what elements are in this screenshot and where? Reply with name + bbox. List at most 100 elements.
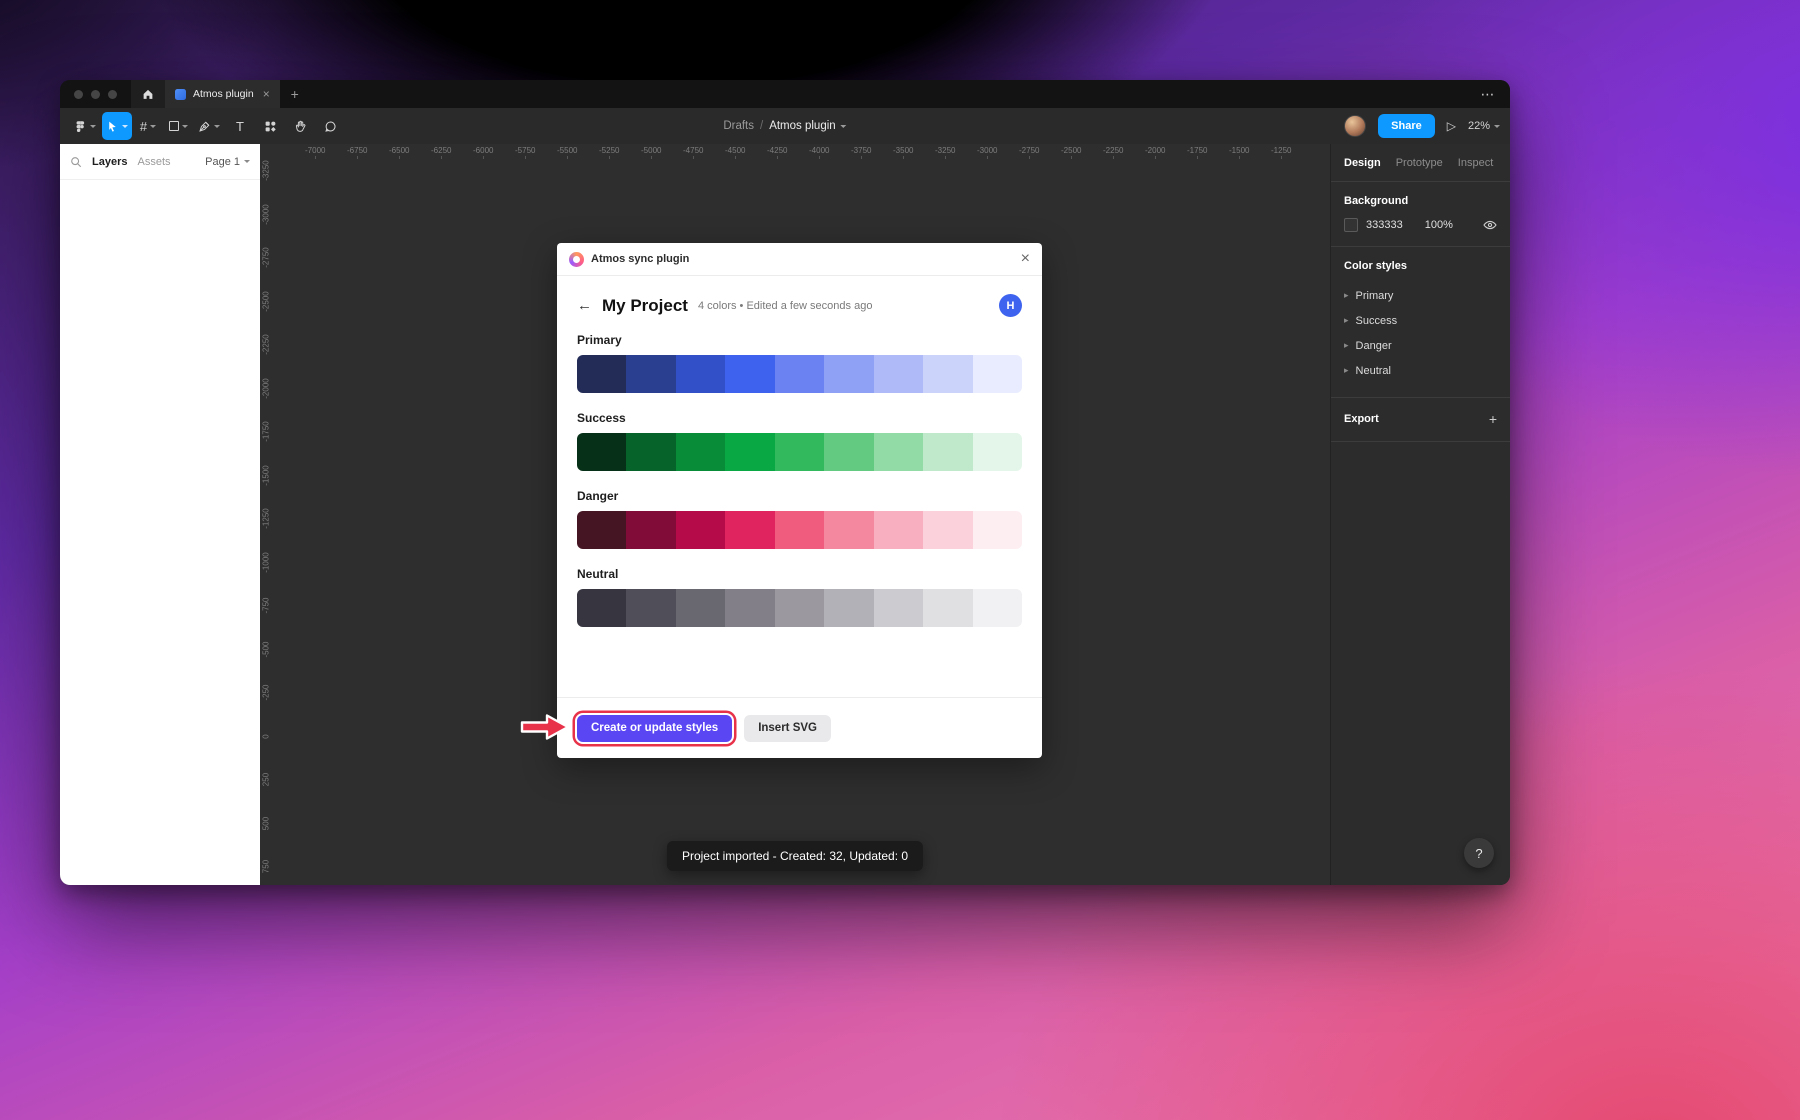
color-swatch[interactable]: [775, 589, 824, 627]
color-swatch[interactable]: [626, 589, 675, 627]
project-avatar[interactable]: H: [999, 294, 1022, 317]
move-tool-button[interactable]: [102, 112, 132, 140]
color-style-item[interactable]: ▸Danger: [1344, 333, 1497, 358]
zoom-menu[interactable]: 22%: [1468, 120, 1500, 132]
comment-tool-button[interactable]: [316, 112, 344, 140]
traffic-light-close[interactable]: [74, 90, 83, 99]
create-styles-button[interactable]: Create or update styles: [577, 715, 732, 742]
tab-design[interactable]: Design: [1344, 157, 1381, 169]
eye-icon: [1483, 219, 1497, 231]
color-swatch[interactable]: [923, 433, 972, 471]
page-selector[interactable]: Page 1: [205, 156, 250, 168]
color-swatch[interactable]: [824, 433, 873, 471]
color-styles-label: Color styles: [1344, 260, 1497, 272]
color-swatch[interactable]: [824, 355, 873, 393]
user-avatar[interactable]: [1344, 115, 1366, 137]
tab-prototype[interactable]: Prototype: [1396, 157, 1443, 169]
color-swatch[interactable]: [923, 511, 972, 549]
color-swatch[interactable]: [775, 355, 824, 393]
color-swatch[interactable]: [725, 433, 774, 471]
tab-close-icon[interactable]: ×: [261, 87, 270, 101]
color-swatch[interactable]: [725, 355, 774, 393]
tab-assets[interactable]: Assets: [137, 156, 170, 168]
hand-tool-button[interactable]: [286, 112, 314, 140]
ruler-label: -2750: [262, 246, 271, 270]
visibility-toggle[interactable]: [1483, 219, 1497, 231]
insert-svg-button[interactable]: Insert SVG: [744, 715, 831, 742]
color-swatch[interactable]: [626, 433, 675, 471]
color-swatch[interactable]: [874, 589, 923, 627]
ruler-label: -1750: [1187, 146, 1207, 155]
color-swatch[interactable]: [626, 511, 675, 549]
color-style-item[interactable]: ▸Success: [1344, 308, 1497, 333]
color-style-item[interactable]: ▸Neutral: [1344, 358, 1497, 383]
color-swatch[interactable]: [626, 355, 675, 393]
layers-panel: Layers Assets Page 1: [60, 144, 260, 885]
color-swatch[interactable]: [973, 433, 1022, 471]
palette-swatches: [577, 355, 1022, 393]
color-swatch[interactable]: [874, 355, 923, 393]
background-opacity-value[interactable]: 100%: [1425, 219, 1453, 231]
ruler-label: -500: [262, 637, 271, 661]
color-swatch[interactable]: [676, 511, 725, 549]
color-swatch[interactable]: [874, 511, 923, 549]
ruler-label: -6250: [431, 146, 451, 155]
add-export-button[interactable]: +: [1489, 411, 1497, 427]
resources-tool-button[interactable]: [256, 112, 284, 140]
help-button[interactable]: ?: [1464, 838, 1494, 868]
document-tab[interactable]: Atmos plugin ×: [165, 80, 280, 108]
frame-tool-button[interactable]: #: [134, 112, 162, 140]
breadcrumb-file[interactable]: Atmos plugin: [769, 120, 846, 132]
color-swatch[interactable]: [824, 589, 873, 627]
back-button[interactable]: ←: [577, 297, 592, 314]
pen-tool-button[interactable]: [194, 112, 224, 140]
text-tool-button[interactable]: T: [226, 112, 254, 140]
ruler-label: -4750: [683, 146, 703, 155]
background-color-swatch[interactable]: [1344, 218, 1358, 232]
color-swatch[interactable]: [824, 511, 873, 549]
color-swatch[interactable]: [676, 355, 725, 393]
color-swatch[interactable]: [577, 355, 626, 393]
color-swatch[interactable]: [725, 589, 774, 627]
color-swatch[interactable]: [725, 511, 774, 549]
dialog-title: Atmos sync plugin: [591, 253, 689, 265]
palette-name: Danger: [577, 489, 1022, 503]
color-swatch[interactable]: [923, 355, 972, 393]
dialog-close-button[interactable]: ×: [1021, 251, 1030, 267]
color-swatch[interactable]: [973, 589, 1022, 627]
ruler-label: -5750: [515, 146, 535, 155]
chevron-right-icon: ▸: [1344, 365, 1349, 376]
rectangle-tool-button[interactable]: [164, 112, 192, 140]
breadcrumb-folder[interactable]: Drafts: [723, 120, 754, 132]
main-menu-button[interactable]: [70, 112, 100, 140]
search-icon[interactable]: [70, 156, 82, 168]
ruler-label: -4000: [809, 146, 829, 155]
color-swatch[interactable]: [973, 355, 1022, 393]
color-swatch[interactable]: [973, 511, 1022, 549]
color-swatch[interactable]: [577, 511, 626, 549]
export-header: Export +: [1344, 411, 1497, 427]
home-button[interactable]: [131, 80, 165, 108]
ruler-label: -3000: [262, 202, 271, 226]
color-swatch[interactable]: [923, 589, 972, 627]
tab-inspect[interactable]: Inspect: [1458, 157, 1493, 169]
color-swatch[interactable]: [676, 433, 725, 471]
new-tab-button[interactable]: +: [280, 80, 310, 108]
color-swatch[interactable]: [775, 511, 824, 549]
color-swatch[interactable]: [775, 433, 824, 471]
tab-layers[interactable]: Layers: [92, 156, 127, 168]
present-button[interactable]: ▷: [1447, 119, 1456, 133]
text-icon: T: [236, 119, 244, 134]
traffic-light-maximize[interactable]: [108, 90, 117, 99]
project-name: My Project: [602, 296, 688, 316]
share-button[interactable]: Share: [1378, 114, 1435, 138]
color-swatch[interactable]: [577, 433, 626, 471]
traffic-light-minimize[interactable]: [91, 90, 100, 99]
background-hex-value[interactable]: 333333: [1366, 219, 1403, 231]
more-options-button[interactable]: ⋯: [1466, 80, 1510, 108]
color-swatch[interactable]: [577, 589, 626, 627]
background-row: 333333 100%: [1344, 218, 1497, 232]
color-swatch[interactable]: [874, 433, 923, 471]
color-style-item[interactable]: ▸Primary: [1344, 283, 1497, 308]
color-swatch[interactable]: [676, 589, 725, 627]
